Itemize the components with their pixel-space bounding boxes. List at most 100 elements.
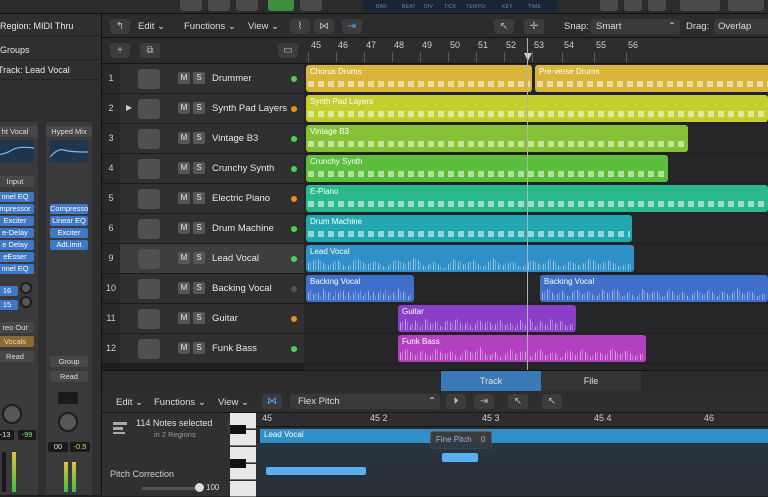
- transport-button[interactable]: [180, 0, 202, 11]
- region-inspector-header[interactable]: Region: MIDI Thru: [0, 16, 102, 36]
- track-header[interactable]: 9 M S Lead Vocal: [102, 244, 304, 274]
- track-instrument-icon[interactable]: [138, 189, 160, 209]
- track-header[interactable]: 12 M S Funk Bass: [102, 334, 304, 364]
- toolbar-button[interactable]: [648, 0, 666, 11]
- input-slot[interactable]: Input: [0, 176, 34, 187]
- catch-icon[interactable]: ⋈: [262, 394, 282, 409]
- view-menu[interactable]: View ⌄: [248, 21, 279, 32]
- pitch-note-selected[interactable]: [442, 453, 478, 462]
- catch-icon[interactable]: ⇥: [342, 19, 362, 34]
- bar-ruler[interactable]: 45 46 47 48 49 50 51 52 53 54 55 56: [304, 38, 768, 64]
- region[interactable]: Vintage B3: [306, 125, 688, 152]
- solo-button[interactable]: S: [193, 72, 205, 84]
- track-instrument-icon[interactable]: [138, 309, 160, 329]
- pitch-correction-slider[interactable]: [142, 487, 202, 490]
- mute-button[interactable]: M: [178, 312, 190, 324]
- snap-select[interactable]: Smart ⌃: [590, 19, 680, 34]
- global-tracks-icon[interactable]: ▭: [278, 43, 298, 58]
- solo-button[interactable]: S: [193, 132, 205, 144]
- automation-curve-icon[interactable]: ⌇: [290, 19, 310, 34]
- slider-handle[interactable]: [195, 483, 204, 492]
- groups-header[interactable]: Groups: [0, 40, 102, 60]
- flex-icon[interactable]: ⋈: [314, 19, 334, 34]
- toolbar-button[interactable]: [680, 0, 720, 11]
- transport-button[interactable]: [236, 0, 258, 11]
- region[interactable]: Drum Machine: [306, 215, 632, 242]
- track-header[interactable]: 5 M S Electric Piano: [102, 184, 304, 214]
- send-knob[interactable]: [20, 296, 32, 308]
- region[interactable]: Backing Vocal: [540, 275, 768, 302]
- plugin-slot[interactable]: eEsser: [0, 252, 34, 262]
- flex-snap-icon[interactable]: ⇥: [474, 394, 494, 409]
- plugin-slot[interactable]: AdLimit: [50, 240, 88, 250]
- track-instrument-icon[interactable]: [138, 249, 160, 269]
- link-icon[interactable]: [58, 392, 78, 404]
- midi-in-icon[interactable]: ⏵: [446, 394, 466, 409]
- region[interactable]: Guitar: [398, 305, 576, 332]
- send-slot[interactable]: 15: [0, 300, 18, 310]
- track-instrument-icon[interactable]: [138, 69, 160, 89]
- track-inspector-header[interactable]: Track: Lead Vocal: [0, 60, 102, 80]
- edit-menu[interactable]: Edit ⌄: [138, 21, 165, 32]
- region[interactable]: Funk Bass: [398, 335, 646, 362]
- plugin-slot[interactable]: nnel EQ: [0, 192, 34, 202]
- track-instrument-icon[interactable]: [138, 219, 160, 239]
- tab-file[interactable]: File: [541, 371, 641, 391]
- region[interactable]: Synth Pad Layers: [306, 95, 768, 122]
- play-button[interactable]: [268, 0, 294, 11]
- plugin-slot[interactable]: Exciter: [0, 216, 34, 226]
- pointer-tool-icon[interactable]: ↖: [508, 394, 528, 409]
- plugin-slot[interactable]: Compressor: [50, 204, 88, 214]
- editor-ruler[interactable]: 45 45 2 45 3 45 4 46: [256, 413, 768, 427]
- track-header[interactable]: 11 M S Guitar: [102, 304, 304, 334]
- pointer-tool-icon[interactable]: ↖: [494, 19, 514, 34]
- plugin-slot[interactable]: mpressor: [0, 204, 34, 214]
- region[interactable]: Lead Vocal: [306, 245, 634, 272]
- tab-track[interactable]: Track: [441, 371, 541, 391]
- record-button[interactable]: [300, 0, 322, 11]
- pan-knob[interactable]: [2, 404, 22, 424]
- mute-button[interactable]: M: [178, 252, 190, 264]
- duplicate-track-icon[interactable]: ⧉: [140, 43, 160, 58]
- toolbar-button[interactable]: [728, 0, 764, 11]
- editor-edit-menu[interactable]: Edit ⌄: [116, 397, 143, 408]
- drag-select[interactable]: Overlap: [714, 19, 768, 34]
- solo-button[interactable]: S: [193, 162, 205, 174]
- plugin-slot[interactable]: nnel EQ: [0, 264, 34, 274]
- solo-button[interactable]: S: [193, 102, 205, 114]
- output-slot[interactable]: reo Out: [0, 322, 34, 333]
- solo-button[interactable]: S: [193, 312, 205, 324]
- editor-region-header[interactable]: Lead Vocal: [260, 429, 768, 443]
- playhead-handle-icon[interactable]: [523, 52, 533, 62]
- region[interactable]: E-Piano: [306, 185, 768, 212]
- mute-button[interactable]: M: [178, 102, 190, 114]
- track-instrument-icon[interactable]: [138, 339, 160, 359]
- track-instrument-icon[interactable]: [138, 129, 160, 149]
- solo-button[interactable]: S: [193, 342, 205, 354]
- pitch-note[interactable]: [266, 467, 366, 475]
- toolbar-button[interactable]: [624, 0, 642, 11]
- automation-mode[interactable]: Read: [0, 351, 34, 362]
- region[interactable]: Chorus Drums: [306, 65, 532, 92]
- plugin-slot[interactable]: e Delay: [0, 240, 34, 250]
- region[interactable]: Backing Vocal: [306, 275, 414, 302]
- track-header[interactable]: 2 ▶ M S Synth Pad Layers: [102, 94, 304, 124]
- eq-thumbnail[interactable]: [0, 140, 34, 162]
- region[interactable]: Pre-verse Drums: [535, 65, 768, 92]
- track-header[interactable]: 4 M S Crunchy Synth: [102, 154, 304, 184]
- solo-button[interactable]: S: [193, 282, 205, 294]
- track-instrument-icon[interactable]: [138, 159, 160, 179]
- plugin-slot[interactable]: e-Delay: [0, 228, 34, 238]
- mute-button[interactable]: M: [178, 282, 190, 294]
- track-header[interactable]: 10 M S Backing Vocal: [102, 274, 304, 304]
- mute-button[interactable]: M: [178, 72, 190, 84]
- editor-functions-menu[interactable]: Functions ⌄: [154, 397, 206, 408]
- solo-button[interactable]: S: [193, 192, 205, 204]
- pointer-tool-2-icon[interactable]: ↖: [542, 394, 562, 409]
- solo-button[interactable]: S: [193, 222, 205, 234]
- solo-button[interactable]: S: [193, 252, 205, 264]
- functions-menu[interactable]: Functions ⌄: [184, 21, 236, 32]
- toolbar-button[interactable]: [600, 0, 618, 11]
- pan-knob[interactable]: [58, 412, 78, 432]
- send-knob[interactable]: [20, 282, 32, 294]
